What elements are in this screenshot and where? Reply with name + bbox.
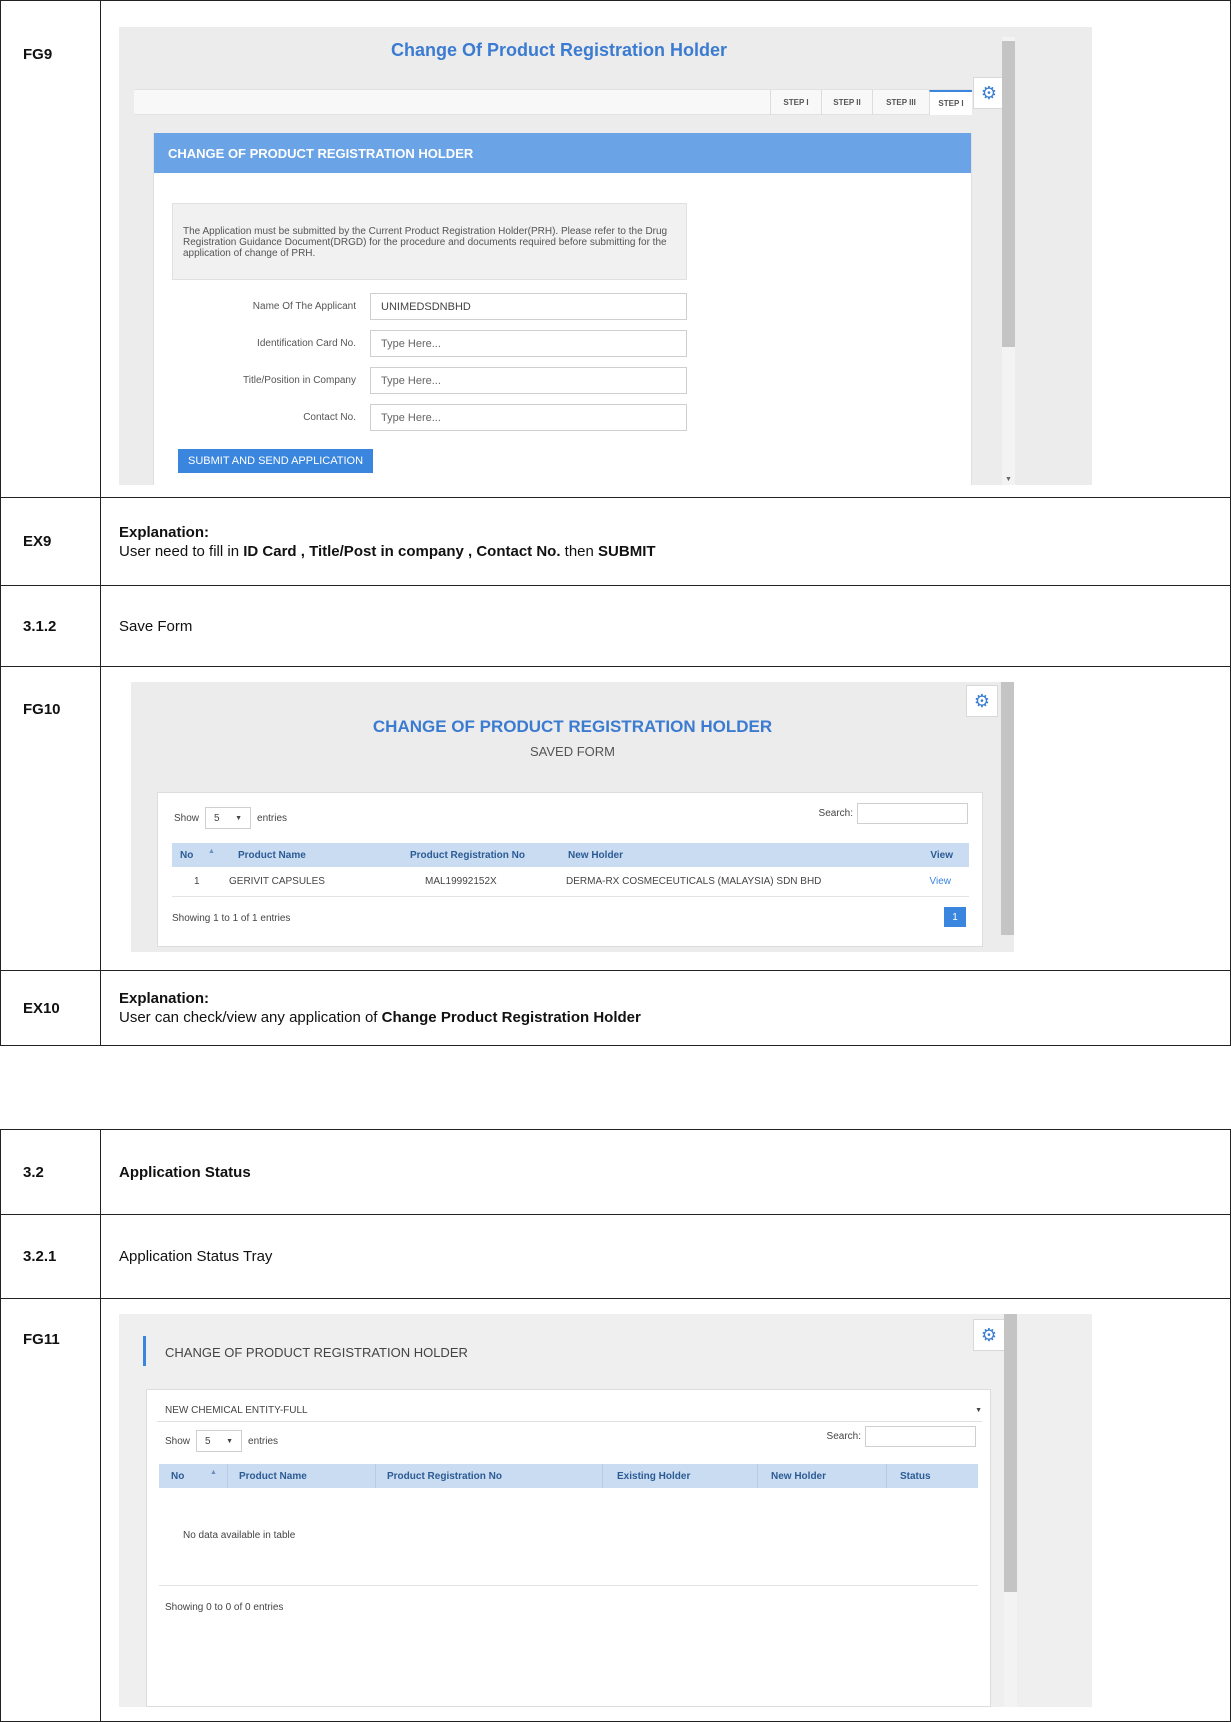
column-header-no[interactable]: No — [171, 1471, 184, 1482]
ex9-explanation: Explanation: User need to fill in ID Car… — [100, 497, 1231, 586]
saved-form-subtitle: SAVED FORM — [530, 744, 615, 759]
table-row: 1 GERIVIT CAPSULES MAL19992152X DERMA-RX… — [172, 867, 969, 897]
entries-select[interactable]: 5 ▼ — [205, 807, 252, 829]
row-label-fg10: FG10 — [0, 666, 101, 971]
tab-step-1[interactable]: STEP I — [770, 90, 821, 115]
settings-gear-icon[interactable]: ⚙ — [966, 685, 998, 717]
panel-header: CHANGE OF PRODUCT REGISTRATION HOLDER — [154, 133, 971, 173]
field-label-title: Title/Position in Company — [242, 375, 356, 386]
submit-application-button[interactable]: SUBMIT AND SEND APPLICATION — [178, 449, 374, 473]
column-header-no[interactable]: No — [180, 850, 193, 861]
title-position-field[interactable]: Type Here... — [370, 367, 687, 394]
row-label-3-2-1: 3.2.1 — [0, 1214, 101, 1299]
row-label-fg11: FG11 — [0, 1298, 101, 1722]
table-header: No ▲ Product Name Product Registration N… — [172, 843, 969, 867]
explanation-heading: Explanation: — [119, 990, 210, 1007]
fg9-screenshot: Change Of Product Registration Holder ST… — [119, 27, 1092, 485]
vertical-scrollbar[interactable] — [1001, 682, 1014, 935]
table-info: Showing 0 to 0 of 0 entries — [165, 1602, 284, 1613]
row-label-ex9: EX9 — [0, 497, 101, 586]
column-header-product-name[interactable]: Product Name — [238, 850, 306, 861]
search-input[interactable] — [865, 1426, 976, 1447]
field-label-ic: Identification Card No. — [257, 338, 356, 349]
vertical-scrollbar[interactable] — [1004, 1314, 1017, 1707]
column-header-status[interactable]: Status — [900, 1471, 931, 1482]
form-panel: CHANGE OF PRODUCT REGISTRATION HOLDER Th… — [153, 133, 972, 485]
document-table-2: 3.2 Application Status 3.2.1 Application… — [0, 1129, 1231, 1722]
settings-gear-icon[interactable]: ⚙ — [973, 1319, 1005, 1351]
row-label-3-2: 3.2 — [0, 1129, 101, 1215]
section-save-form: Save Form — [100, 585, 1231, 667]
row-label-ex10: EX10 — [0, 970, 101, 1046]
section-status-tray: Application Status Tray — [100, 1214, 1231, 1299]
saved-form-title: CHANGE OF PRODUCT REGISTRATION HOLDER — [372, 717, 773, 736]
ex10-explanation: Explanation: User can check/view any app… — [100, 970, 1231, 1046]
chevron-down-icon: ▼ — [975, 1407, 982, 1414]
category-dropdown[interactable]: NEW CHEMICAL ENTITY-FULL ▼ — [157, 1400, 982, 1422]
scroll-down-arrow-icon[interactable]: ▼ — [1002, 476, 1015, 483]
fg9-page-title: Change Of Product Registration Holder — [390, 40, 728, 60]
table-info: Showing 1 to 1 of 1 entries — [172, 913, 291, 924]
tab-step-3[interactable]: STEP III — [872, 90, 929, 115]
fg10-screenshot: CHANGE OF PRODUCT REGISTRATION HOLDER SA… — [131, 682, 1014, 952]
table-header: No ▲ Product Name Product Registration N… — [159, 1464, 978, 1488]
pagination-page-1[interactable]: 1 — [944, 907, 966, 927]
title-accent-bar — [143, 1336, 146, 1366]
column-header-existing-holder[interactable]: Existing Holder — [617, 1471, 690, 1482]
column-header-reg-no[interactable]: Product Registration No — [410, 850, 525, 861]
saved-form-table-panel: Show 5 ▼ entries Search: No ▲ Product Nam… — [157, 792, 983, 947]
column-header-new-holder[interactable]: New Holder — [771, 1471, 826, 1482]
row-label-fg9: FG9 — [0, 0, 101, 498]
tab-step-2[interactable]: STEP II — [821, 90, 872, 115]
step-bar: STEP I STEP II STEP III STEP I — [134, 89, 972, 115]
field-label-applicant: Name Of The Applicant — [252, 301, 356, 312]
view-link[interactable]: View — [930, 876, 952, 887]
row-label-3-1-2: 3.1.2 — [0, 585, 101, 667]
field-label-contact: Contact No. — [303, 412, 356, 423]
column-header-new-holder[interactable]: New Holder — [568, 850, 623, 861]
empty-table-message: No data available in table — [183, 1530, 296, 1541]
applicant-name-field[interactable]: UNIMEDSDNBHD — [370, 293, 687, 320]
column-header-view[interactable]: View — [930, 850, 953, 861]
sort-asc-icon: ▲ — [208, 848, 215, 855]
fg11-screenshot: CHANGE OF PRODUCT REGISTRATION HOLDER ⚙ … — [119, 1314, 1092, 1707]
vertical-scrollbar[interactable]: ▼ — [1002, 37, 1015, 485]
settings-gear-icon[interactable]: ⚙ — [973, 77, 1005, 109]
contact-number-field[interactable]: Type Here... — [370, 404, 687, 431]
status-tray-title: CHANGE OF PRODUCT REGISTRATION HOLDER — [165, 1345, 468, 1360]
tab-step-4[interactable]: STEP I — [929, 90, 972, 115]
ic-number-field[interactable]: Type Here... — [370, 330, 687, 357]
search-input[interactable] — [857, 803, 968, 824]
document-table-1: FG9 Change Of Product Registration Holde… — [0, 0, 1231, 1046]
column-header-reg-no[interactable]: Product Registration No — [387, 1471, 502, 1482]
sort-asc-icon: ▲ — [210, 1469, 217, 1476]
status-table-panel: NEW CHEMICAL ENTITY-FULL ▼ Show 5 ▼ entri… — [146, 1389, 991, 1707]
explanation-heading: Explanation: — [119, 523, 210, 541]
section-application-status: Application Status — [100, 1129, 1231, 1215]
notice-box: The Application must be submitted by the… — [172, 203, 687, 280]
entries-select[interactable]: 5 ▼ — [196, 1430, 243, 1452]
column-header-product-name[interactable]: Product Name — [239, 1471, 307, 1482]
